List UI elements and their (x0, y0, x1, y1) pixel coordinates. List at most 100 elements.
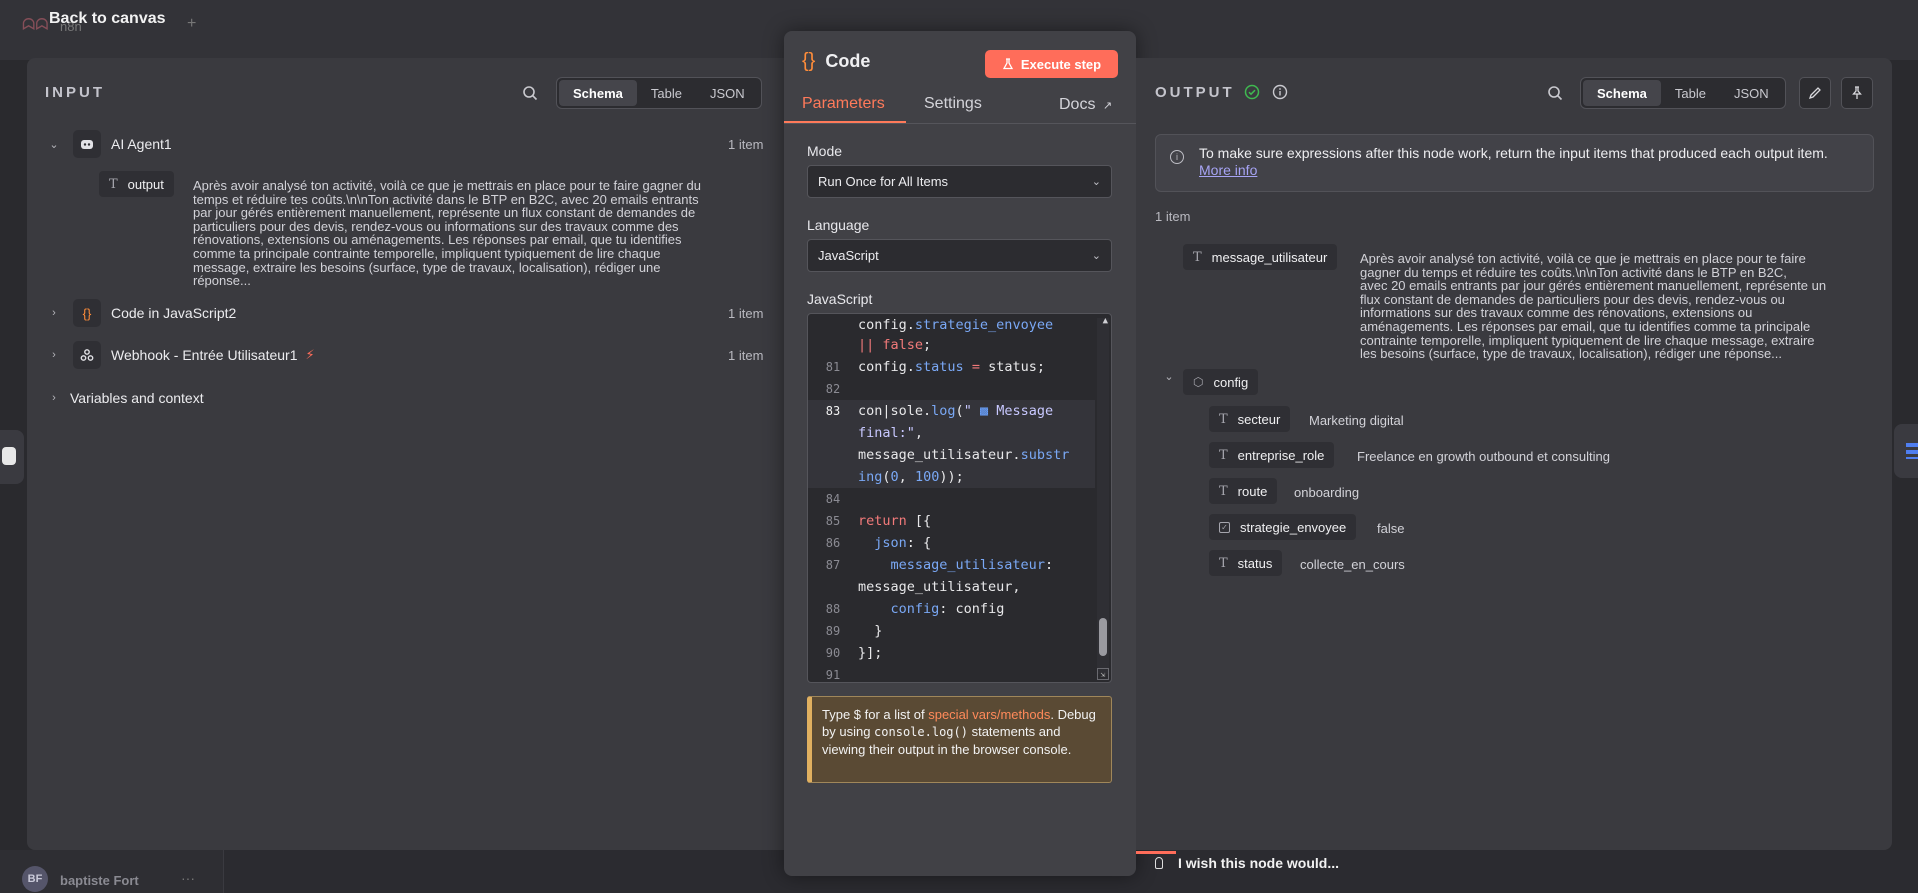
output-panel-title: OUTPUT (1155, 84, 1235, 101)
braces-icon: {} (73, 299, 101, 327)
text-line: particuliers pour des devis, rendez-vous… (193, 218, 679, 234)
tab-settings[interactable]: Settings (924, 95, 982, 113)
field-name: strategie_envoyee (1240, 519, 1347, 535)
code-line: 89 } (825, 623, 883, 639)
search-icon[interactable] (520, 83, 540, 103)
back-to-canvas-link[interactable]: Back to canvas (49, 10, 166, 28)
tree-node-ai-agent[interactable]: ⌄ AI Agent1 (47, 130, 172, 158)
ask-ai-side-tab[interactable] (0, 430, 24, 484)
text-line: aménagements. Les réponses par email, qu… (1360, 318, 1811, 334)
chevron-down-icon: ⌄ (1091, 250, 1101, 262)
user-more-icon[interactable]: ··· (181, 870, 195, 886)
chevron-down-icon: ⌄ (1091, 176, 1101, 188)
tree-node-webhook[interactable]: › Webhook - Entrée Utilisateur1 ⚡ (47, 341, 315, 369)
input-json-tab[interactable]: JSON (696, 80, 759, 106)
tab-parameters[interactable]: Parameters (802, 95, 885, 113)
pin-output-button[interactable] (1841, 77, 1873, 109)
text-type-icon: T (1219, 447, 1228, 463)
code-line: 84 (825, 492, 841, 506)
field-chip-output: T output (99, 171, 174, 197)
chevron-down-icon[interactable]: ⌄ (47, 138, 61, 151)
search-icon[interactable] (1545, 83, 1565, 103)
item-count: 1 item (728, 348, 764, 363)
text-line: message, extraire les besoins (surface, … (193, 259, 661, 275)
editor-scrollbar-thumb[interactable] (1099, 618, 1107, 656)
feedback-link[interactable]: I wish this node would... (1178, 855, 1339, 871)
info-icon[interactable] (1272, 84, 1288, 100)
field-value: false (1377, 521, 1405, 536)
text-type-icon: T (1219, 555, 1228, 571)
text-type-icon: T (1219, 411, 1228, 427)
node-title: {} Code (802, 50, 870, 73)
output-view-toggle: Schema Table JSON (1580, 77, 1786, 109)
field-name: secteur (1237, 411, 1281, 427)
output-value-text: Après avoir analysé ton activité, voilà … (193, 179, 701, 288)
code-line: 83 con|sole.log(" ▩ Message (825, 403, 1054, 419)
trigger-bolt-icon: ⚡ (305, 347, 315, 362)
mode-label: Mode (807, 143, 843, 159)
code-editor[interactable]: config.strategie_envoyee || false; 81 con… (807, 313, 1112, 683)
language-label: Language (807, 217, 870, 233)
output-json-tab[interactable]: JSON (1720, 80, 1783, 106)
text-type-icon: T (1193, 249, 1202, 265)
field-chip-strategie-envoyee: ✓ strategie_envoyee (1209, 514, 1357, 540)
chevron-right-icon[interactable]: › (47, 307, 61, 319)
success-check-icon (1244, 84, 1260, 100)
lightbulb-icon (1155, 857, 1163, 869)
input-view-toggle: Schema Table JSON (556, 77, 762, 109)
code-line: 82 (825, 382, 841, 396)
hint-text: Type $ for a list of (822, 707, 929, 722)
field-value: onboarding (1294, 485, 1360, 500)
tab-docs[interactable]: Docs ↗ (1059, 96, 1112, 114)
add-tab-icon[interactable]: + (187, 15, 196, 33)
config-object-row[interactable]: ⌄ (1162, 370, 1176, 383)
output-schema-tab[interactable]: Schema (1583, 80, 1661, 106)
field-chip-config: ⬡ config (1183, 369, 1259, 395)
flask-icon (1002, 58, 1013, 70)
edit-output-button[interactable] (1799, 77, 1831, 109)
tree-node-variables[interactable]: › Variables and context (47, 390, 203, 406)
text-line: avec 20 emails entrants par jour gérés e… (1360, 278, 1827, 294)
output-item-count: 1 item (1155, 209, 1191, 224)
code-line: 85 return [{ (825, 513, 932, 529)
text-type-icon: T (109, 176, 118, 192)
tabs-divider (784, 123, 1136, 124)
input-table-tab[interactable]: Table (637, 80, 696, 106)
code-line: 87 message_utilisateur: (825, 557, 1054, 573)
message-value-text: Après avoir analysé ton activité, voilà … (1360, 252, 1826, 361)
text-line: Après avoir analysé ton activité, voilà … (1360, 251, 1806, 266)
field-value: collecte_en_cours (1300, 557, 1405, 572)
mode-select-value: Run Once for All Items (818, 174, 949, 189)
special-vars-link[interactable]: special vars/methods (928, 707, 1050, 722)
chevron-down-icon[interactable]: ⌄ (1162, 370, 1176, 383)
item-count: 1 item (728, 306, 764, 321)
text-line: contrainte temporelle, impliquent typiqu… (1360, 332, 1815, 348)
pin-icon (1852, 86, 1862, 99)
mode-select[interactable]: Run Once for All Items ⌄ (807, 165, 1112, 198)
field-name: config (1213, 374, 1249, 390)
tree-node-label: Webhook - Entrée Utilisateur1 (111, 347, 298, 363)
avatar[interactable]: BF (22, 866, 48, 892)
tree-node-code-js2[interactable]: › {} Code in JavaScript2 (47, 299, 236, 327)
field-name: route (1237, 483, 1268, 499)
more-info-link[interactable]: More info (1199, 162, 1257, 178)
output-table-tab[interactable]: Table (1661, 80, 1720, 106)
chevron-right-icon[interactable]: › (47, 392, 61, 404)
tab-docs-label: Docs (1059, 96, 1096, 113)
language-select[interactable]: JavaScript ⌄ (807, 239, 1112, 272)
text-line: Après avoir analysé ton activité, voilà … (193, 178, 702, 193)
language-select-value: JavaScript (818, 248, 879, 263)
code-line: || false; (858, 337, 932, 353)
chevron-right-icon[interactable]: › (47, 349, 61, 361)
execute-step-button[interactable]: Execute step (985, 50, 1118, 78)
resize-handle-icon[interactable]: ⇲ (1097, 668, 1109, 680)
code-line: message_utilisateur.substr (858, 447, 1070, 463)
code-line: 90}]; (825, 645, 883, 661)
code-line: config.strategie_envoyee (858, 317, 1054, 333)
input-schema-tab[interactable]: Schema (559, 80, 637, 106)
text-line: informations sur des travaux comme des r… (1360, 305, 1753, 321)
code-line: final:", (858, 425, 924, 441)
robot-icon (73, 130, 101, 158)
right-side-tab[interactable] (1894, 424, 1918, 478)
scroll-up-icon[interactable]: ▲ (1103, 316, 1108, 326)
